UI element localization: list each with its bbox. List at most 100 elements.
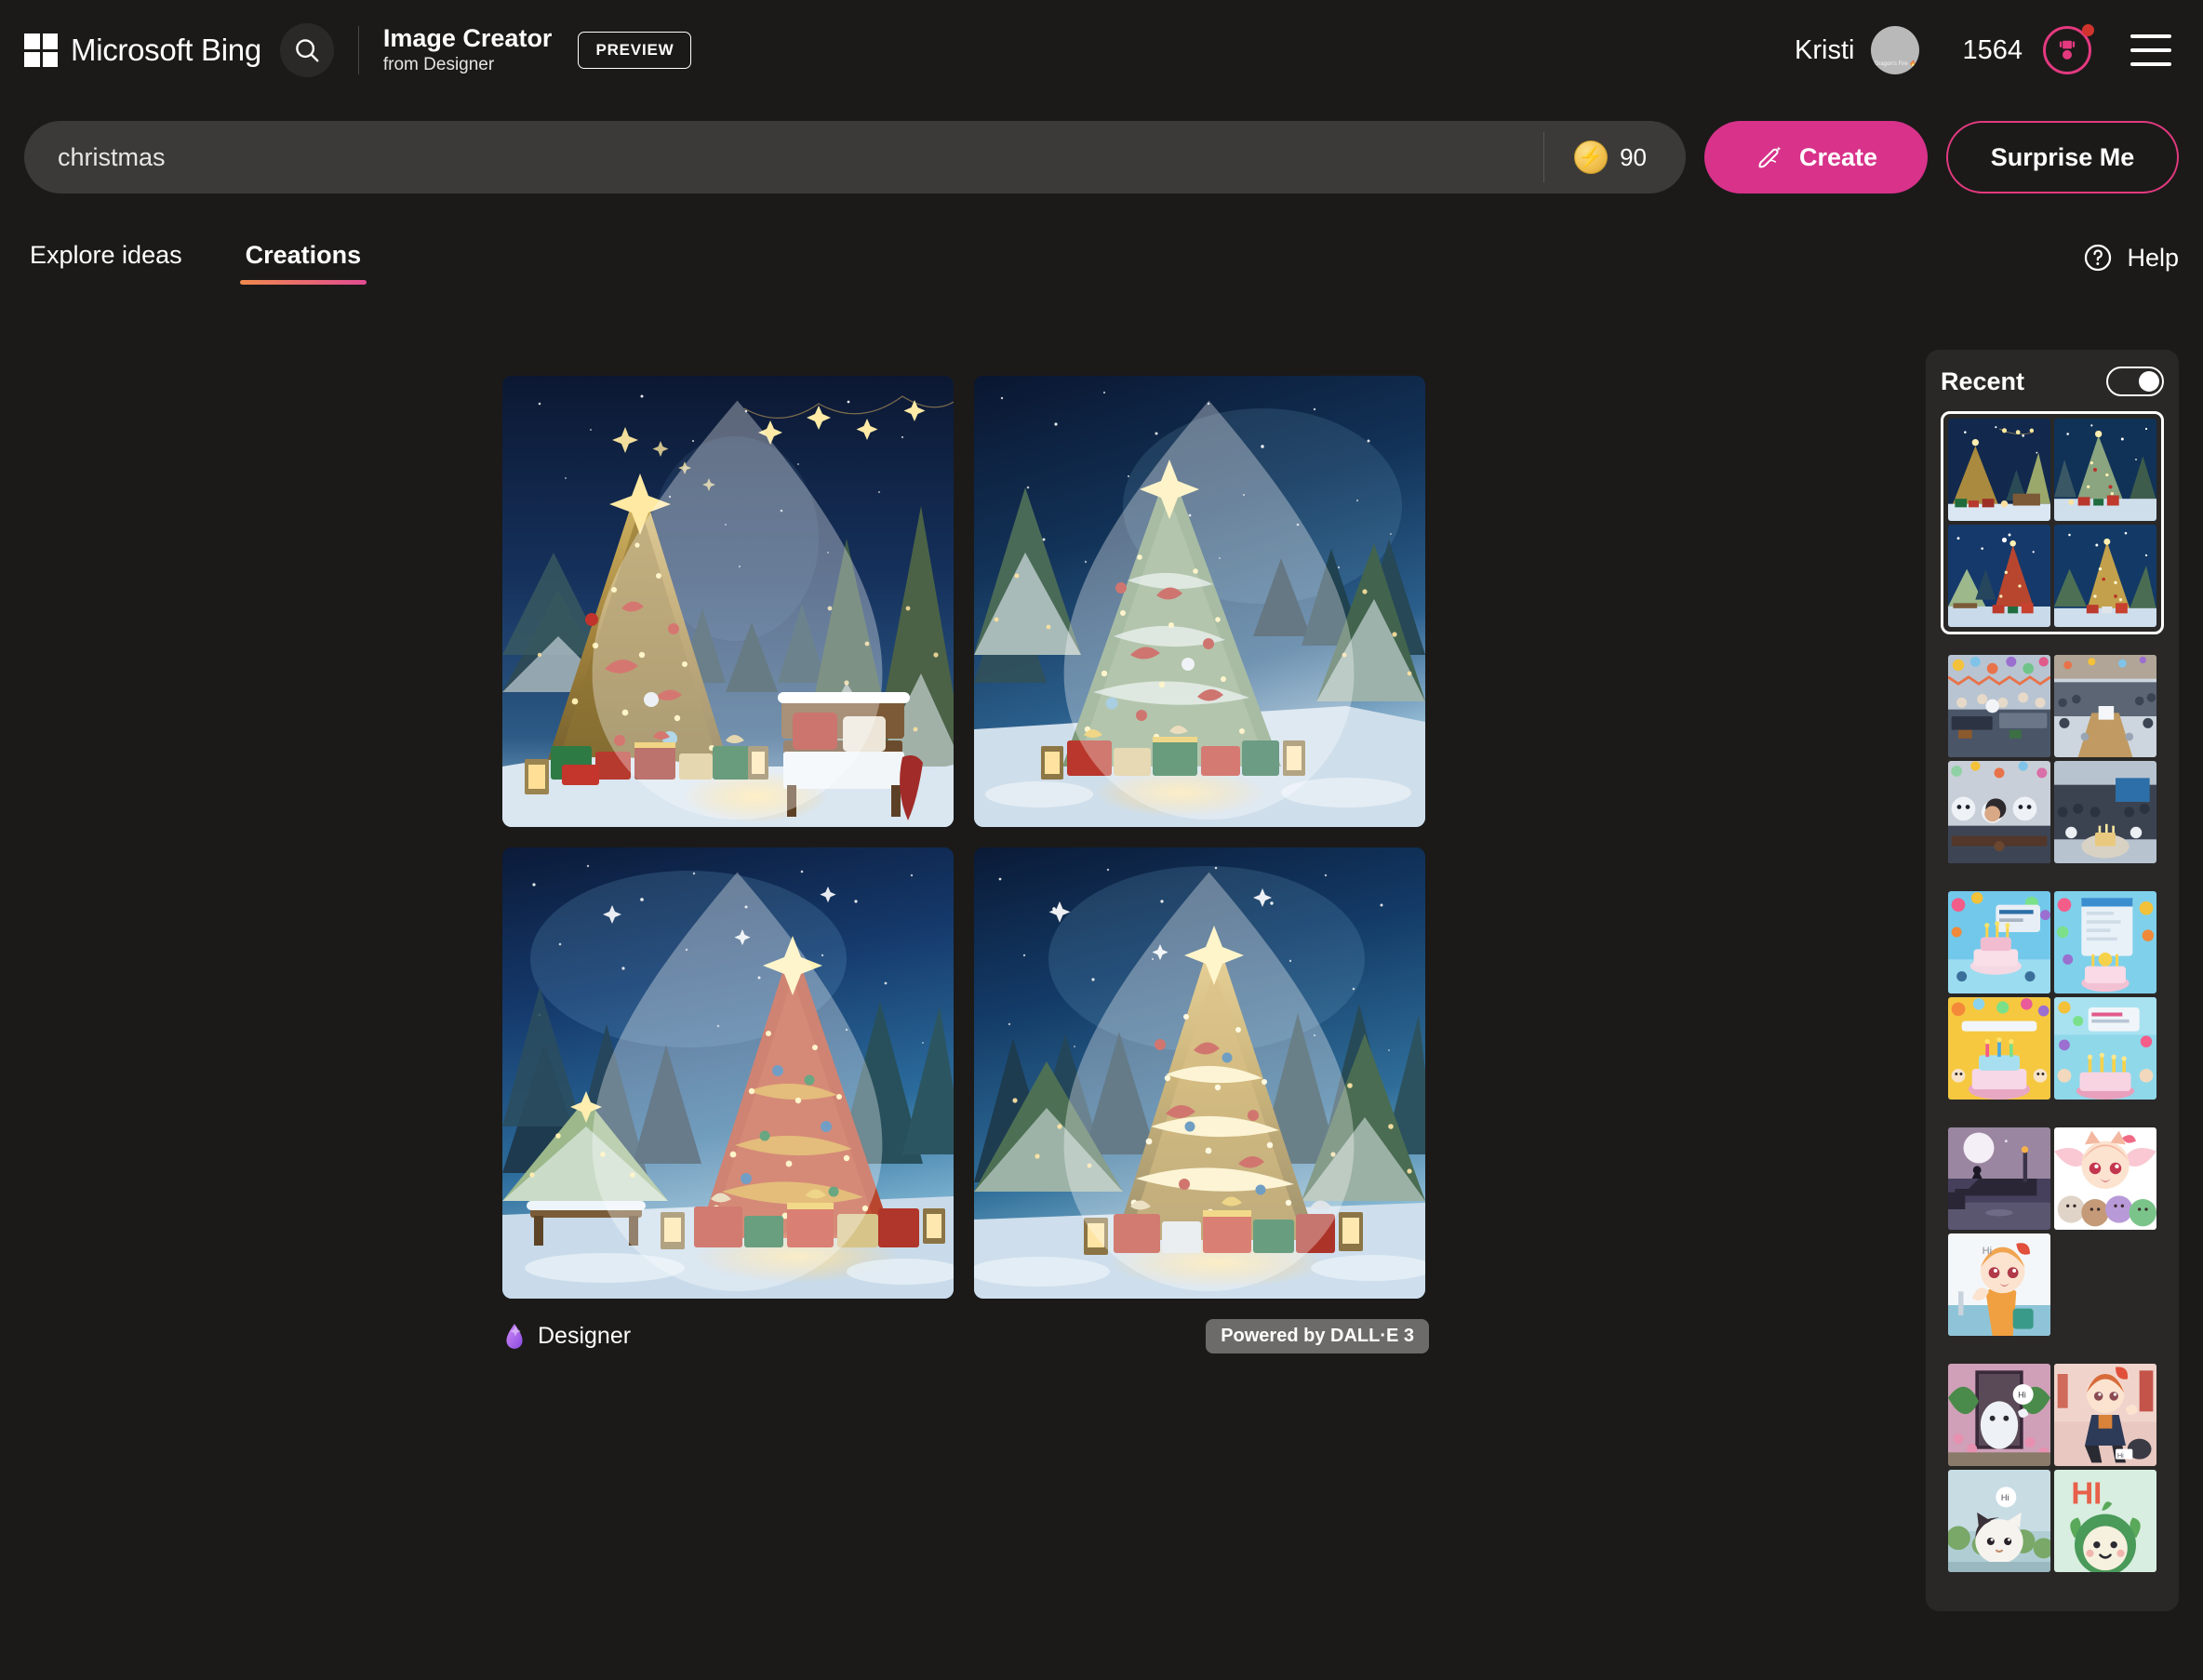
avatar[interactable]: Dragon's Fire 🔥 [1871,26,1920,74]
recent-panel: Recent Hi Hi Hi Hi HI [1926,350,2179,1611]
svg-text:Hi: Hi [1983,1246,1992,1257]
designer-watermark-icon [592,872,883,1291]
thumb-hi-robot-door: Hi [1948,1364,2050,1466]
main-content: Designer Powered by DALL·E 3 Recent Hi H… [0,285,2203,1660]
thumb-hi-schoolgirl-street: Hi [2054,1364,2156,1466]
magic-wand-icon [1758,146,1782,168]
recent-thumbnail[interactable] [1948,891,2050,993]
designer-watermark-icon [1063,400,1355,820]
recent-thumbnail-empty [2054,1233,2156,1336]
creation-result-grid [502,376,1429,1299]
recent-thumbnail[interactable]: Hi [1948,1364,2050,1466]
designer-watermark-icon [1063,872,1355,1291]
recent-thumbnail[interactable] [2054,1127,2156,1230]
rewards-button[interactable] [2043,24,2094,74]
thumb-christmas-1 [1948,419,2050,521]
boost-count: 90 [1620,142,1647,171]
app-identity: Image Creator from Designer [383,24,553,76]
recent-thumbnail[interactable] [2054,997,2156,1100]
search-icon [296,39,319,62]
designer-attribution[interactable]: Designer [502,1323,631,1351]
thumb-party-3 [1948,761,2050,863]
recent-thumbnail[interactable]: Hi [1948,1470,2050,1572]
app-header: Microsoft Bing Image Creator from Design… [0,0,2203,100]
recent-thumbnail[interactable]: HI [2054,1470,2156,1572]
recent-thumbnail[interactable] [1948,761,2050,863]
prompt-field[interactable]: ⚡ 90 [24,121,1686,193]
thumb-anime-harbor [1948,1127,2050,1230]
recent-thumbnail[interactable] [1948,525,2050,627]
recent-group-anime[interactable]: Hi [1941,1120,2164,1343]
preview-badge: PREVIEW [578,32,692,69]
prompt-input[interactable] [24,121,1544,193]
recent-group-christmas-trees[interactable] [1941,411,2164,634]
tab-creations[interactable]: Creations [239,241,367,285]
recent-toggle[interactable] [2106,367,2164,396]
recent-thumbnail[interactable]: Hi [1948,1233,2050,1336]
svg-text:Hi: Hi [2001,1493,2009,1502]
designer-logo-icon [506,1323,523,1349]
recent-thumbnail[interactable] [1948,419,2050,521]
recent-thumbnail[interactable] [2054,655,2156,757]
recent-thumbnail[interactable] [2054,525,2156,627]
designer-watermark-icon [592,400,883,820]
svg-text:Hi: Hi [2018,1391,2026,1400]
search-button[interactable] [279,23,334,77]
recent-thumbnail[interactable] [2054,891,2156,993]
user-name: Kristi [1795,34,1855,65]
hamburger-menu-icon[interactable] [2130,34,2171,66]
designer-label: Designer [538,1323,632,1349]
rewards-points: 1564 [1962,34,2023,65]
create-button[interactable]: Create [1704,121,1928,193]
help-button[interactable]: Help [2082,242,2179,285]
app-subtitle: from Designer [382,55,495,75]
recent-thumbnail[interactable] [2054,419,2156,521]
recent-title: Recent [1941,367,2025,395]
recent-thumbnail[interactable] [1948,997,2050,1100]
svg-text:Hi: Hi [2117,1451,2124,1460]
generated-image-1[interactable] [502,376,954,827]
medal-glyph-icon [2059,40,2076,60]
recent-thumbnail[interactable] [1948,655,2050,757]
recent-group-office-party[interactable] [1941,647,2164,871]
create-button-label: Create [1798,142,1878,171]
brand-name: Microsoft Bing [71,33,261,67]
recent-thumbnail[interactable]: Hi [2054,1364,2156,1466]
thumb-party-4 [2054,761,2156,863]
recent-group-hi-characters[interactable]: Hi Hi Hi HI [1941,1356,2164,1580]
thumb-christmas-2 [2054,419,2156,521]
generated-image-2[interactable] [974,376,1425,827]
thumb-anime-girl-waving: Hi [1948,1233,2050,1336]
question-circle-icon [2085,244,2112,272]
recent-header: Recent [1941,367,2164,396]
surprise-me-button[interactable]: Surprise Me [1946,121,2179,193]
notification-dot [2082,24,2094,36]
recent-thumbnail[interactable] [1948,1127,2050,1230]
tab-bar: Explore ideas Creations Help [0,233,2203,285]
svg-text:HI: HI [2071,1476,2102,1511]
avatar-caption: Dragon's Fire 🔥 [1875,60,1916,67]
image-grid [502,376,1429,1299]
thumb-christmas-4 [2054,525,2156,627]
microsoft-logo-icon [24,33,58,67]
generated-image-4[interactable] [974,847,1425,1299]
thumb-cake-1 [1948,891,2050,993]
boost-counter[interactable]: ⚡ 90 [1544,121,1686,193]
header-right-cluster: Kristi Dragon's Fire 🔥 1564 [1795,24,2171,74]
thumb-anime-girl-plushies [2054,1127,2156,1230]
bing-brand[interactable]: Microsoft Bing [24,33,261,68]
recent-thumbnail[interactable] [2054,761,2156,863]
prompt-bar: ⚡ 90 Create Surprise Me [0,121,2203,193]
thumb-hi-cat: Hi [1948,1470,2050,1572]
help-label: Help [2127,243,2179,272]
recent-toggle-knob [2139,371,2159,392]
thumb-party-2 [2054,655,2156,757]
thumb-cake-4 [2054,997,2156,1100]
boost-coin-icon: ⚡ [1574,140,1609,174]
recent-group-birthday-cakes[interactable] [1941,884,2164,1107]
thumb-hi-green-mascot: HI [2054,1470,2156,1572]
generated-image-3[interactable] [502,847,954,1299]
tab-explore-ideas[interactable]: Explore ideas [24,241,188,285]
app-title: Image Creator [382,24,553,53]
header-divider [357,26,359,74]
